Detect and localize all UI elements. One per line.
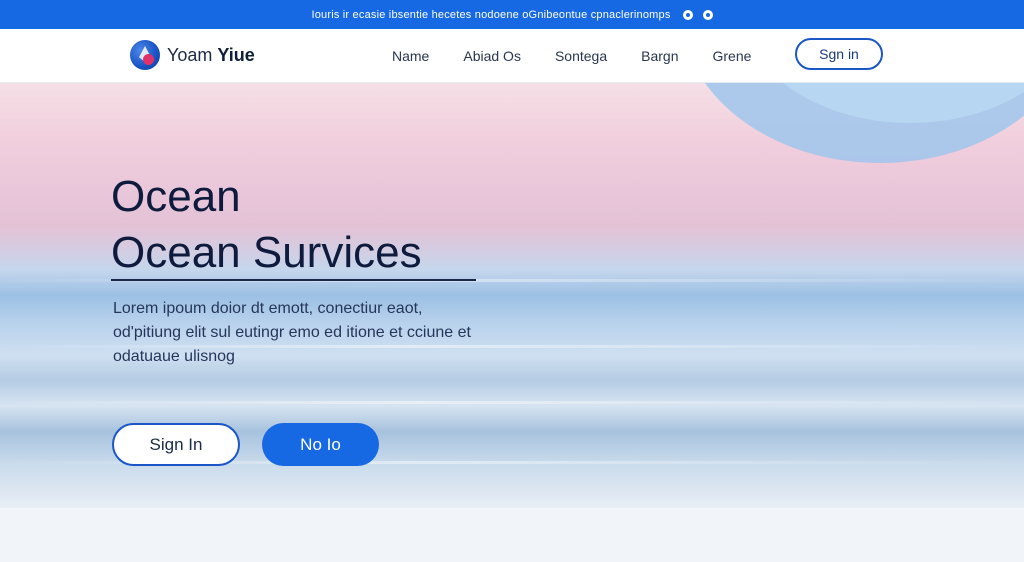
water-streak [0,401,1024,404]
brand-name: Yoam Yiue [167,44,255,65]
hero-description: Lorem ipoum doior dt emott, conectiur ea… [113,300,471,365]
brand-logo-icon [130,40,160,70]
hero-title: Ocean Ocean Survices [111,169,422,281]
hero-title-line-2: Ocean Survices [111,228,422,277]
nav-link-home[interactable]: Name [392,48,429,64]
main-navigation: Yoam Yiue Name Abiad Os Sontega Bargn Gr… [0,29,1024,83]
nav-link-services[interactable]: Sontega [555,48,607,64]
globe-icon[interactable] [702,9,713,20]
nav-link-about[interactable]: Abiad Os [463,48,521,64]
brand-logo-link[interactable]: Yoam Yiue [130,39,255,71]
content-section-start [0,508,1024,562]
hero-title-underline [111,279,476,281]
hero-secondary-button[interactable]: No Io [262,423,379,466]
announcement-bar: Iouris ir ecasie ibsentie hecetes nodoen… [0,0,1024,29]
hero-section: Ocean Ocean Survices Lorem ipoum doior d… [0,83,1024,508]
announcement-text: Iouris ir ecasie ibsentie hecetes nodoen… [311,8,671,21]
nav-link-design[interactable]: Bargn [641,48,678,64]
hero-title-line-1: Ocean [111,172,241,221]
hero-sign-in-button[interactable]: Sign In [112,423,240,466]
nav-link-phone[interactable]: Grene [712,48,751,64]
info-icon[interactable] [682,9,693,20]
nav-sign-in-button[interactable]: Sgn in [795,38,883,70]
nav-links: Name Abiad Os Sontega Bargn Grene [392,29,785,82]
